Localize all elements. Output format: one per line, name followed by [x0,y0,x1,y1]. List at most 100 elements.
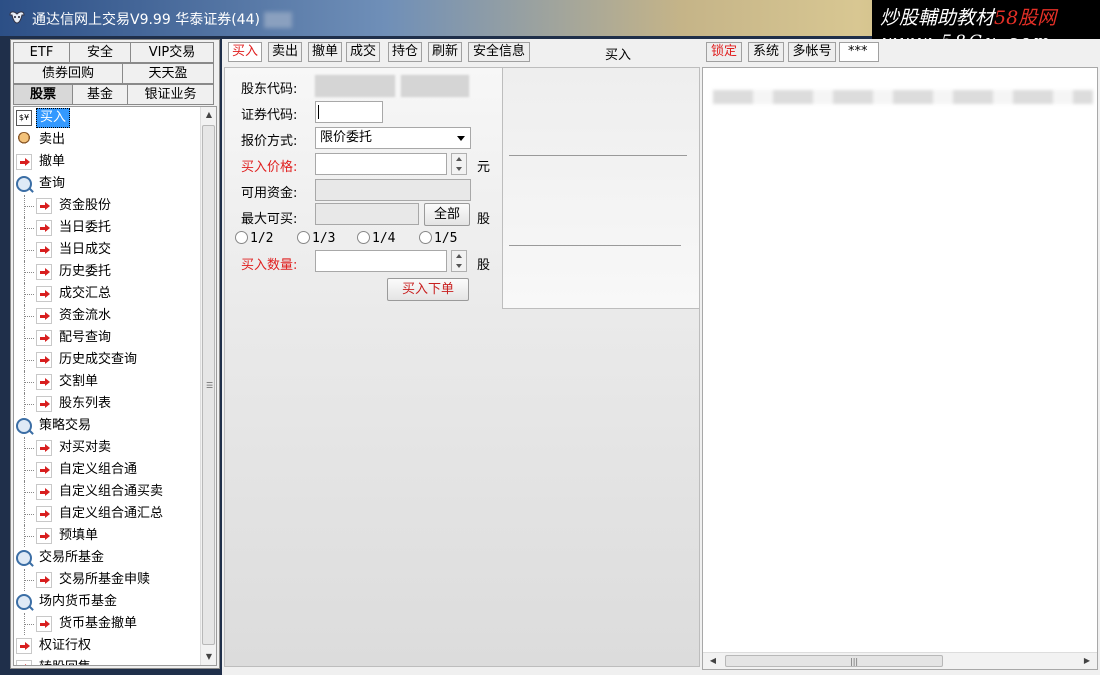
ratio-half-radio[interactable]: 1/2 [235,230,273,248]
tree-item-label: 历史委托 [59,264,112,279]
tab-vip-trade[interactable]: VIP交易 [130,42,214,63]
tree-item[interactable]: 交易所基金 [14,547,202,569]
toolbar-system-button[interactable]: 系统 [748,42,784,62]
scroll-thumb[interactable]: ☰ [202,125,215,645]
quote-type-label: 报价方式: [241,134,298,149]
tree-item[interactable]: 成交汇总 [14,283,202,305]
ratio-third-radio[interactable]: 1/3 [297,230,335,248]
app-bull-icon [9,11,25,24]
tree-item[interactable]: 资金流水 [14,305,202,327]
tree-item[interactable]: $¥ 买入 [14,107,202,129]
tree-item-label: 自定义组合通买卖 [59,484,164,499]
arrow-icon [36,198,52,214]
buy-quantity-spinner[interactable] [451,250,467,272]
scroll-left-arrow-icon[interactable]: ◀ [705,653,721,669]
arrow-icon [36,352,52,368]
tree-item-label: 预填单 [59,528,99,543]
tree-item[interactable]: 场内货币基金 [14,591,202,613]
query-icon [16,594,32,610]
tree-scrollbar[interactable]: ▲ ☰ ▼ [200,107,216,665]
tree-item[interactable]: 历史委托 [14,261,202,283]
toolbar-lock-button[interactable]: 锁定 [706,42,742,62]
quote-type-select[interactable]: 限价委托 [315,127,471,149]
max-buy-field [315,203,419,225]
tree-item-label: 配号查询 [59,330,112,345]
buy-quantity-input[interactable] [315,250,447,272]
function-tree: $¥ 买入 卖出撤单查询资金股份 当日委托 当日成交历史委托成交汇总 资金流水配号查询历史… [13,106,217,666]
buy-all-button[interactable]: 全部 [424,203,470,226]
toolbar-positions-button[interactable]: 持仓 [388,42,422,62]
buy-price-label: 买入价格: [241,160,298,175]
tab-security[interactable]: 安全 [69,42,131,63]
tree-item[interactable]: 货币基金撤单 [14,613,202,635]
tree-item[interactable]: 交易所基金申赎 [14,569,202,591]
buy-price-input[interactable] [315,153,447,175]
password-field[interactable]: *** [839,42,879,62]
tree-item-label: 买入 [36,108,71,128]
tree-item[interactable]: 当日委托 [14,217,202,239]
tree-item[interactable]: 配号查询 [14,327,202,349]
tree-item[interactable]: 查询 [14,173,202,195]
tree-item[interactable]: 转股回售 [14,657,202,665]
tab-stocks[interactable]: 股票 [13,84,73,105]
tree-item[interactable]: 对买对卖 [14,437,202,459]
tree-item[interactable]: 历史成交查询 [14,349,202,371]
arrow-icon [36,572,52,588]
shareholder-account-select[interactable] [401,75,469,97]
tab-bank-securities[interactable]: 银证业务 [127,84,214,105]
ratio-fifth-radio[interactable]: 1/5 [419,230,457,248]
arrow-icon [36,528,52,544]
shareholder-code-select[interactable] [315,75,395,97]
buy-price-spinner[interactable] [451,153,467,175]
available-funds-label: 可用资金: [241,186,298,201]
toolbar-sell-button[interactable]: 卖出 [268,42,302,62]
tab-tiantianying[interactable]: 天天盈 [122,63,214,84]
tree-item[interactable]: 当日成交 [14,239,202,261]
tree-item-label: 场内货币基金 [39,594,118,609]
list-horizontal-scrollbar[interactable]: ◀ ||| ▶ [703,652,1097,669]
tree-item[interactable]: 策略交易 [14,415,202,437]
toolbar-cancel-button[interactable]: 撤单 [308,42,342,62]
tree-item[interactable]: 权证行权 [14,635,202,657]
tree-item[interactable]: 自定义组合通买卖 [14,481,202,503]
tree-connector-line [24,492,34,493]
tree-connector-line [24,624,34,625]
tree-item-label: 撤单 [39,154,66,169]
tab-bond-repo[interactable]: 债券回购 [13,63,123,84]
tree-item[interactable]: 撤单 [14,151,202,173]
toolbar-buy-button[interactable]: 买入 [228,42,262,62]
tree-item[interactable]: 卖出 [14,129,202,151]
tree-item-label: 历史成交查询 [59,352,138,367]
toolbar-refresh-button[interactable]: 刷新 [428,42,462,62]
tree-item[interactable]: 资金股份 [14,195,202,217]
tree-item-label: 策略交易 [39,418,92,433]
arrow-icon [36,220,52,236]
tab-etf[interactable]: ETF [13,42,70,63]
holdings-list-panel: ◀ ||| ▶ [702,67,1098,670]
submit-buy-order-button[interactable]: 买入下单 [387,278,469,301]
scroll-down-arrow-icon[interactable]: ▼ [201,649,216,665]
horizontal-scroll-thumb[interactable]: ||| [725,655,943,667]
security-code-input[interactable] [315,101,383,123]
tab-funds[interactable]: 基金 [72,84,128,105]
holdings-list-header [713,90,1093,104]
arrow-icon [36,396,52,412]
tree-item-label: 查询 [39,176,66,191]
tree-connector-line [24,382,34,383]
scroll-right-arrow-icon[interactable]: ▶ [1079,653,1095,669]
tree-connector-line [24,250,34,251]
tree-item[interactable]: 自定义组合通 [14,459,202,481]
tree-item[interactable]: 预填单 [14,525,202,547]
grip-icon: ☰ [206,381,214,390]
scroll-up-arrow-icon[interactable]: ▲ [201,107,216,123]
tree-item[interactable]: 自定义组合通汇总 [14,503,202,525]
toolbar-deals-button[interactable]: 成交 [346,42,380,62]
tree-connector-line [24,206,34,207]
tree-item[interactable]: 交割单 [14,371,202,393]
tree-item-label: 转股回售 [36,657,94,665]
toolbar-security-info-button[interactable]: 安全信息 [468,42,530,62]
ratio-quarter-radio[interactable]: 1/4 [357,230,395,248]
toolbar-multi-account-button[interactable]: 多帐号 [788,42,836,62]
arrow-icon [36,374,52,390]
tree-item[interactable]: 股东列表 [14,393,202,415]
